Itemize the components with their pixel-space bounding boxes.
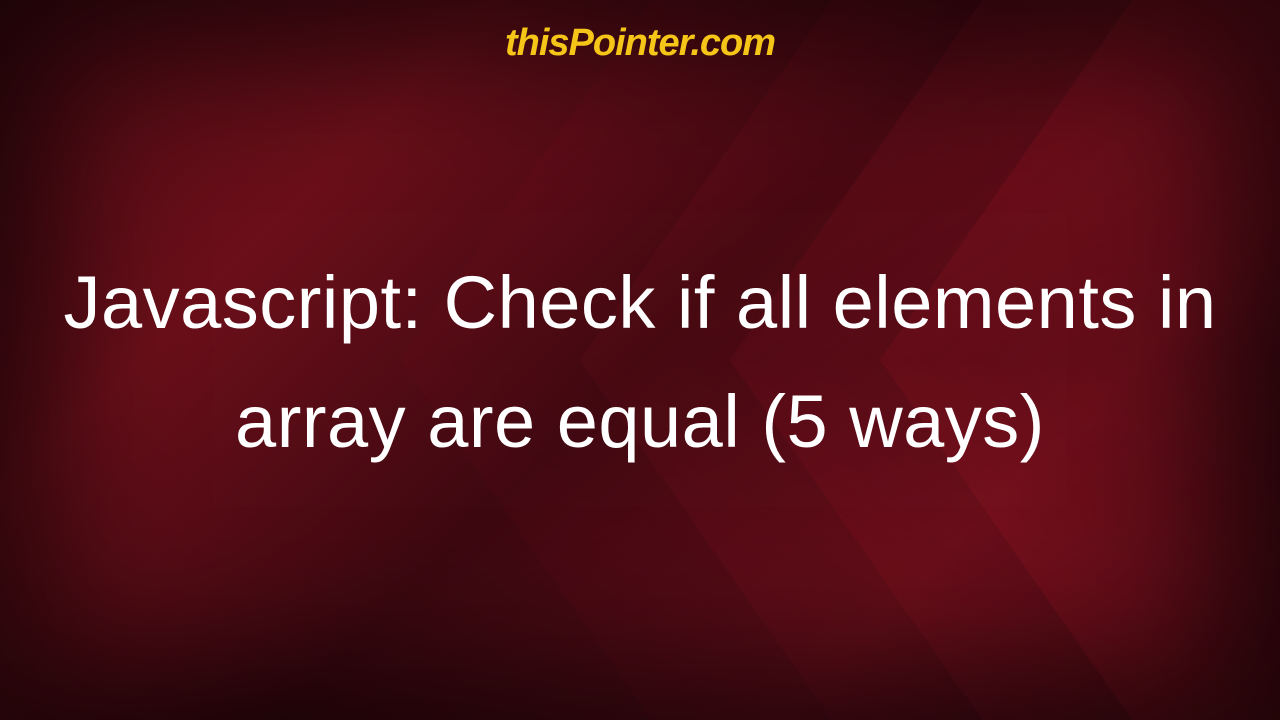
title-wrapper: Javascript: Check if all elements in arr… [0, 65, 1280, 720]
article-title: Javascript: Check if all elements in arr… [60, 244, 1220, 481]
banner-container: thisPointer.com Javascript: Check if all… [0, 0, 1280, 720]
site-watermark: thisPointer.com [505, 22, 775, 65]
